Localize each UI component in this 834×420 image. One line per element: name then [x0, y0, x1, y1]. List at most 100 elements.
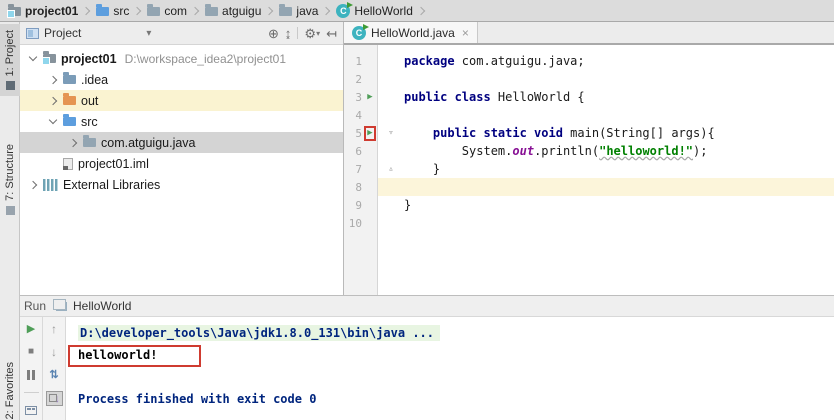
library-icon	[43, 178, 58, 191]
rerun-button[interactable]: ▶	[27, 322, 35, 336]
breadcrumb-project01[interactable]: project01	[5, 0, 81, 21]
tool-window-tab-structure[interactable]: 7: Structure	[0, 144, 20, 215]
expand-arrow-icon[interactable]	[46, 73, 60, 87]
editor-tab-bar: C HelloWorld.java ×	[344, 22, 834, 45]
code-segment: HelloWorld {	[490, 90, 585, 104]
code-line: 2	[355, 72, 362, 86]
code-segment: com.atguigu.java;	[454, 54, 585, 68]
run-main-icon-red-boxed[interactable]: ▶	[364, 125, 376, 141]
project-tool-icon	[5, 81, 15, 91]
expand-arrow-icon[interactable]	[26, 52, 40, 66]
scroll-to-end-button-active[interactable]: ↓	[45, 391, 63, 406]
run-panel-title: Run	[24, 299, 47, 313]
code-line-caret: 8	[344, 178, 834, 196]
java-class-icon: C	[336, 1, 354, 18]
expand-arrow-icon[interactable]	[46, 94, 60, 108]
run-tab-icon	[53, 298, 68, 311]
stop-button[interactable]: ■	[28, 345, 34, 359]
locate-file-icon[interactable]: ⊕	[268, 27, 279, 40]
code-segment: }	[404, 198, 412, 212]
collapse-all-icon[interactable]: ↨	[285, 27, 292, 40]
run-panel: Run HelloWorld ▶ ■ ↑ ↓ ⇅ ↓ D:\developer_…	[20, 295, 834, 420]
tree-item-src[interactable]: src	[20, 111, 343, 132]
code-line: 7 ▵ }	[355, 162, 441, 176]
fold-close-icon[interactable]: ▵	[378, 164, 404, 174]
code-segment: .println(	[534, 144, 600, 158]
run-class-icon[interactable]: ▶	[367, 92, 372, 102]
toolbar-separator	[23, 392, 39, 393]
code-segment: System.	[404, 144, 513, 158]
chevron-right-icon	[416, 6, 426, 15]
code-segment: );	[693, 144, 708, 158]
tree-item-out[interactable]: out	[20, 90, 343, 111]
code-segment: public class	[404, 90, 491, 104]
settings-button[interactable]: ⚙ ▾	[304, 27, 320, 40]
console-output-line: helloworld!	[68, 344, 834, 367]
iml-file-icon	[63, 157, 73, 170]
pause-button[interactable]	[27, 368, 35, 382]
run-panel-header: Run HelloWorld	[20, 296, 834, 317]
code-line: 1 package com.atguigu.java;	[355, 54, 585, 68]
project-folder-icon	[42, 51, 56, 65]
editor-tab-helloworld[interactable]: C HelloWorld.java ×	[344, 22, 478, 43]
package-folder-icon	[205, 4, 219, 16]
breadcrumb-com[interactable]: com	[144, 0, 190, 21]
code-segment: out	[512, 144, 535, 158]
view-dropdown-icon[interactable]: ▾	[146, 28, 151, 39]
chevron-right-icon	[82, 6, 91, 15]
code-line: 10	[348, 216, 362, 230]
code-line: 5 ▶ ▿ public static void main(String[] a…	[355, 125, 715, 141]
source-folder-icon	[96, 4, 110, 16]
chevron-right-icon	[322, 6, 331, 15]
pause-icon	[27, 370, 35, 380]
expand-arrow-icon[interactable]	[26, 178, 40, 192]
up-stack-trace-button[interactable]: ↑	[51, 322, 57, 336]
hide-panel-icon[interactable]: ↤	[326, 27, 337, 40]
tool-window-tab-favorites[interactable]: 2: Favorites	[0, 362, 20, 419]
java-class-icon: C	[352, 23, 369, 40]
gear-icon: ⚙	[304, 25, 317, 41]
code-line: 3 ▶ public class HelloWorld {	[355, 90, 585, 104]
restore-layout-button[interactable]	[25, 403, 37, 417]
toolbar-separator	[297, 27, 299, 39]
close-tab-icon[interactable]: ×	[462, 26, 469, 40]
tree-item-com-atguigu-java[interactable]: com.atguigu.java	[20, 132, 343, 153]
down-stack-trace-button[interactable]: ↓	[51, 345, 57, 359]
excluded-folder-icon	[63, 93, 76, 105]
console-settings-icon[interactable]: ⇅	[49, 368, 58, 382]
structure-tool-icon	[5, 205, 15, 215]
breadcrumb-helloworld[interactable]: C HelloWorld	[333, 0, 415, 21]
tree-item-project01[interactable]: project01 D:\workspace_idea2\project01	[20, 48, 343, 69]
chevron-down-icon: ▾	[316, 28, 321, 38]
tree-item-external-libraries[interactable]: External Libraries	[20, 174, 343, 195]
red-annotation-box: helloworld!	[68, 345, 202, 367]
code-segment: main(String[] args){	[562, 126, 715, 140]
console-exit-line: Process finished with exit code 0	[78, 392, 317, 406]
tool-window-tab-project[interactable]: 1: Project	[0, 24, 20, 97]
breadcrumb-src[interactable]: src	[93, 0, 132, 21]
expand-arrow-icon[interactable]	[46, 115, 60, 129]
run-tab-helloworld[interactable]: HelloWorld	[73, 299, 131, 313]
source-folder-icon	[63, 114, 76, 126]
run-toolbar-primary: ▶ ■	[20, 317, 43, 420]
package-folder-icon	[279, 4, 293, 16]
breadcrumb-atguigu[interactable]: atguigu	[202, 0, 264, 21]
expand-arrow-icon[interactable]	[66, 136, 80, 150]
chevron-right-icon	[265, 6, 274, 15]
package-folder-icon	[147, 4, 161, 16]
fold-open-icon[interactable]: ▿	[378, 128, 404, 138]
breadcrumb-java[interactable]: java	[276, 0, 321, 21]
project-panel-header: Project ▾ ⊕ ↨ ⚙ ▾ ↤	[20, 22, 343, 45]
tree-item-project01-iml[interactable]: project01.iml	[20, 153, 343, 174]
run-console[interactable]: D:\developer_tools\Java\jdk1.8.0_131\bin…	[66, 317, 834, 420]
project-folder-icon	[7, 4, 21, 18]
scroll-down-icon: ↓	[54, 392, 60, 405]
left-tool-strip: 1: Project 7: Structure 2: Favorites	[0, 22, 20, 420]
project-path: D:\workspace_idea2\project01	[124, 51, 287, 66]
tree-item-idea[interactable]: .idea	[20, 69, 343, 90]
code-line: 9 }	[355, 198, 412, 212]
package-folder-icon	[83, 135, 96, 147]
code-segment: package	[404, 54, 455, 68]
